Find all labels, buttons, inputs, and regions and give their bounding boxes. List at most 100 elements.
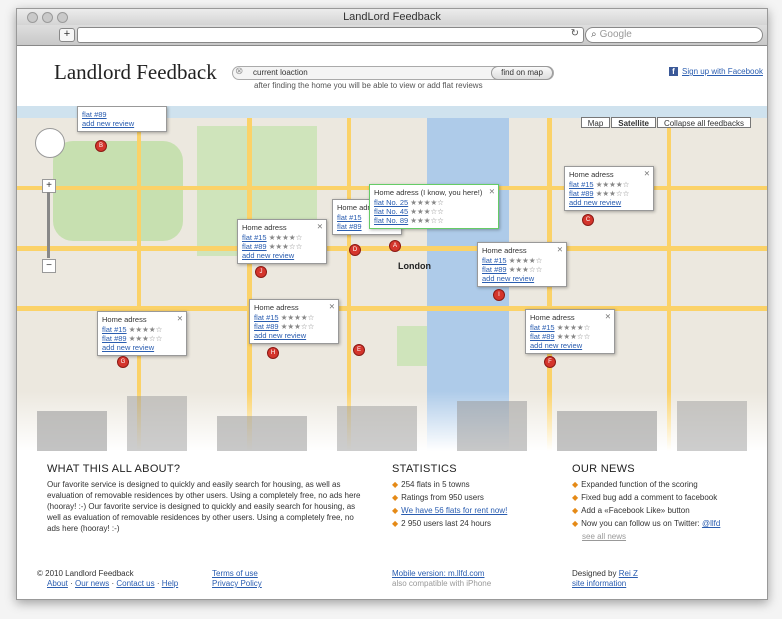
feedback-popup-current[interactable]: ✕ Home adress (I know, you here!) flat N… [369,184,499,229]
mobile-version-link[interactable]: Mobile version: m.llfd.com [392,569,491,579]
close-icon[interactable]: ✕ [329,302,335,311]
flat-link[interactable]: flat #89 [337,222,362,231]
close-icon[interactable]: ✕ [489,187,495,196]
about-section: WHAT THIS ALL ABOUT? Our favorite servic… [47,463,367,534]
add-review-link[interactable]: add new review [102,343,182,352]
window-title: LandLord Feedback [343,11,441,23]
site-info-link[interactable]: site information [572,579,638,589]
info-section: WHAT THIS ALL ABOUT? Our favorite servic… [17,451,767,599]
map-pin[interactable]: H [267,347,279,361]
address-bar[interactable]: ↻ [77,27,584,43]
add-review-link[interactable]: add new review [569,198,649,207]
feedback-popup[interactable]: ✕ Home adress flat #15 ★★★★☆ flat #89 ★★… [237,219,327,264]
privacy-link[interactable]: Privacy Policy [212,579,262,589]
feedback-popup[interactable]: ✕ Home adress flat #15 ★★★★☆ flat #89 ★★… [477,242,567,287]
map-pin[interactable]: A [389,240,401,254]
statistics-section: STATISTICS ◆ 254 flats in 5 towns ◆ Rating… [392,463,542,531]
site-logo[interactable]: Landlord Feedback [54,60,217,85]
feedback-popup[interactable]: ✕ Home adress flat #15 ★★★★☆ flat #89 ★★… [525,309,615,354]
map-pin[interactable]: J [255,266,267,280]
flat-link[interactable]: flat No. 25 [374,198,408,207]
terms-link[interactable]: Terms of use [212,569,262,579]
contact-link[interactable]: Contact us [116,579,154,588]
reload-icon[interactable]: ↻ [571,28,579,39]
flat-link[interactable]: flat #15 [337,213,362,222]
news-item: ◆ Now you can follow us on Twitter: @llfd [572,519,721,528]
flat-link[interactable]: flat #89 [102,334,127,343]
close-icon[interactable]: ✕ [557,245,563,254]
facebook-signup-link[interactable]: f Sign up with Facebook [669,67,763,76]
news-section: OUR NEWS ◆ Expanded function of the scori… [572,463,752,544]
stat-item: ◆ Ratings from 950 users [392,493,484,502]
flat-link[interactable]: flat #15 [482,256,507,265]
close-icon[interactable]: ✕ [644,169,650,178]
feedback-popup[interactable]: flat #89 add new review [77,106,167,132]
title-bar: LandLord Feedback [17,9,767,25]
map-mode-button[interactable]: Map [580,117,611,128]
add-review-link[interactable]: add new review [530,341,610,350]
park-area [53,141,183,241]
map-pin[interactable]: E [353,344,365,358]
feedback-popup[interactable]: ✕ Home adress flat #15 ★★★★☆ flat #89 ★★… [564,166,654,211]
stat-item[interactable]: ◆ We have 56 flats for rent now! [392,505,542,516]
zoom-out-button[interactable]: − [42,259,56,273]
statistics-title: STATISTICS [392,463,457,475]
collapse-feedbacks-button[interactable]: Collapse all feedbacks [656,117,751,128]
search-hint: after finding the home you will be able … [254,81,483,90]
add-review-link[interactable]: add new review [254,331,334,340]
zoom-in-button[interactable]: + [42,179,56,193]
flat-link[interactable]: flat #15 [254,313,279,322]
designer-link[interactable]: Rei Z [619,569,638,578]
stat-item: ◆ 254 flats in 5 towns [392,480,470,489]
map-view[interactable]: + − Map Satellite Collapse all feedbacks… [17,106,767,451]
clear-icon[interactable]: ⊗ [235,66,243,77]
flat-link[interactable]: flat #15 [242,233,267,242]
add-review-link[interactable]: add new review [82,119,162,128]
see-all-news-link[interactable]: see all news [582,531,752,542]
news-item: ◆ Expanded function of the scoring [572,480,698,489]
add-review-link[interactable]: add new review [482,274,562,283]
map-pin[interactable]: I [493,289,505,303]
new-tab-button[interactable]: + [59,28,75,42]
footer-copyright: © 2010 Landlord Feedback About · Our new… [37,569,179,588]
flat-link[interactable]: flat #89 [482,265,507,274]
close-icon[interactable]: ✕ [317,222,323,231]
stat-item: ◆ 2 950 users last 24 hours [392,519,491,528]
twitter-link[interactable]: @llfd [702,519,720,528]
about-text: Our favorite service is designed to quic… [47,480,361,533]
about-title: WHAT THIS ALL ABOUT? [47,463,181,475]
flat-link[interactable]: flat No. 89 [374,216,408,225]
flat-link[interactable]: flat No. 45 [374,207,408,216]
close-icon[interactable]: ✕ [177,314,183,323]
flat-link[interactable]: flat #89 [82,110,162,119]
map-pin[interactable]: D [349,244,361,258]
flat-link[interactable]: flat #89 [242,242,267,251]
find-on-map-button[interactable]: find on map [491,66,553,80]
feedback-popup[interactable]: ✕ Home adress flat #15 ★★★★☆ flat #89 ★★… [97,311,187,356]
map-pin[interactable]: G [117,356,129,370]
footer-designer: Designed by Rei Z site information [572,569,638,589]
flat-link[interactable]: flat #15 [102,325,127,334]
flat-link[interactable]: flat #89 [530,332,555,341]
close-icon[interactable]: ✕ [605,312,611,321]
browser-search-input[interactable]: ⌕ Google [585,27,763,43]
pan-control[interactable] [35,128,65,158]
flat-link[interactable]: flat #15 [569,180,594,189]
add-review-link[interactable]: add new review [242,251,322,260]
map-pin[interactable]: F [544,356,556,370]
about-link[interactable]: About [47,579,68,588]
city-label: London [398,261,431,271]
skyline-overlay [17,391,767,451]
help-link[interactable]: Help [162,579,178,588]
browser-window: LandLord Feedback + ↻ ⌕ Google Landlord F… [16,8,768,600]
flat-link[interactable]: flat #89 [254,322,279,331]
map-pin[interactable]: B [95,140,107,154]
map-mode-switch: Map Satellite Collapse all feedbacks [580,117,751,128]
feedback-popup[interactable]: ✕ Home adress flat #15 ★★★★☆ flat #89 ★★… [249,299,339,344]
satellite-mode-button[interactable]: Satellite [611,117,656,128]
flat-link[interactable]: flat #15 [530,323,555,332]
map-pin[interactable]: C [582,214,594,228]
news-link[interactable]: Our news [75,579,109,588]
flat-link[interactable]: flat #89 [569,189,594,198]
zoom-slider[interactable] [47,192,50,258]
